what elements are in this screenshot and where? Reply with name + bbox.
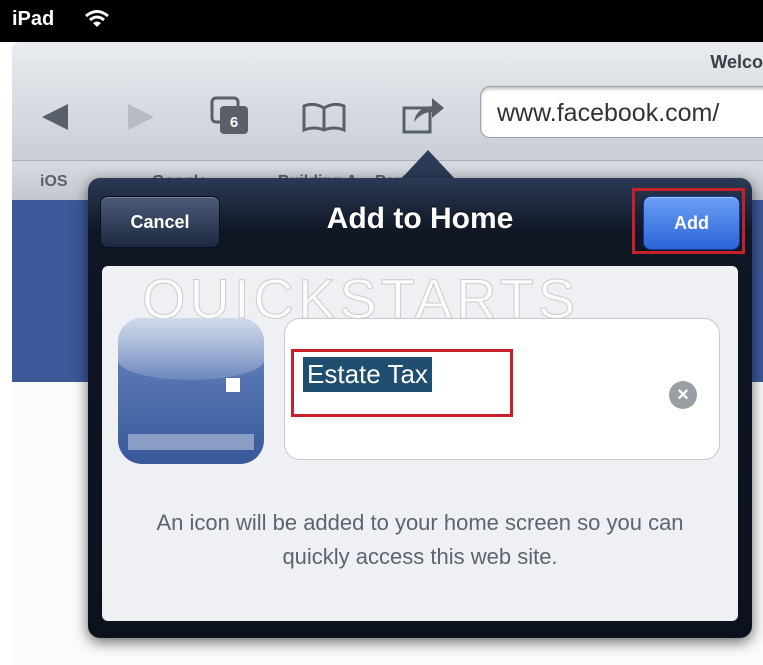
url-field[interactable]: www.facebook.com/ <box>480 86 763 138</box>
popover-content: QUICKSTARTS Estate Tax × An icon will be… <box>102 266 738 621</box>
clear-text-icon[interactable]: × <box>669 381 697 409</box>
share-icon[interactable] <box>400 92 446 141</box>
web-clip-icon <box>118 318 264 464</box>
tabs-icon[interactable]: 6 <box>208 94 252 143</box>
add-button[interactable]: Add <box>643 196 740 250</box>
add-to-home-popover: Cancel Add to Home Add QUICKSTARTS Estat… <box>88 178 752 638</box>
carrier-label: iPad <box>12 8 55 30</box>
bookmark-item[interactable]: iOS <box>40 173 68 191</box>
back-icon[interactable] <box>38 100 72 139</box>
description-text: An icon will be added to your home scree… <box>156 510 684 569</box>
browser-toolbar: Welco 6 www.facebook.com/ <box>12 42 763 160</box>
title-field[interactable]: Estate Tax × <box>284 318 720 460</box>
popover-arrow <box>400 150 456 180</box>
svg-text:6: 6 <box>230 114 238 131</box>
status-bar: iPad <box>0 0 763 42</box>
forward-icon[interactable] <box>124 100 158 139</box>
title-field-highlight <box>291 349 513 417</box>
page-title: Welco <box>710 52 763 72</box>
bookmarks-book-icon[interactable] <box>300 100 348 139</box>
wifi-icon <box>84 9 110 34</box>
